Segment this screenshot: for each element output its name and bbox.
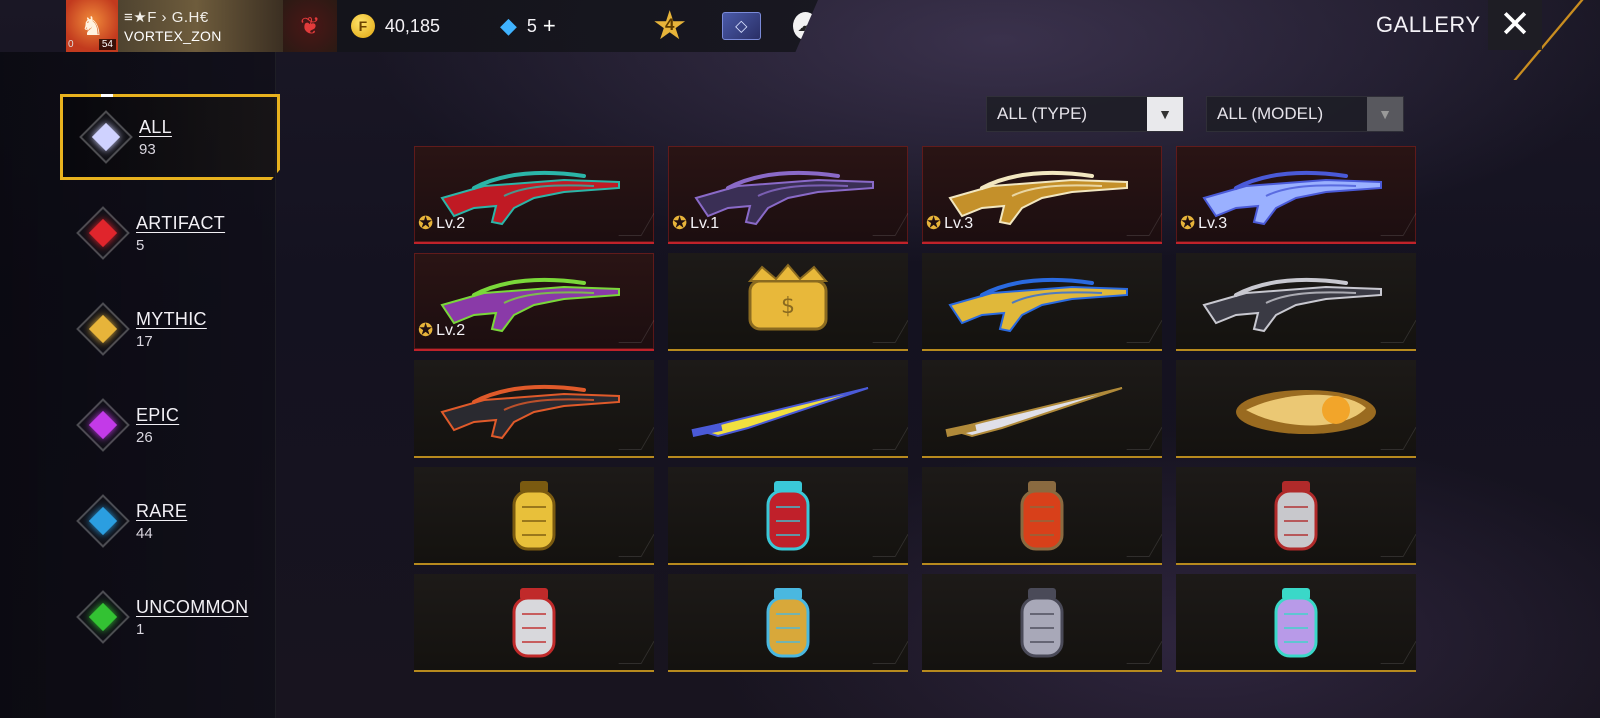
- page-title: GALLERY: [1376, 12, 1481, 37]
- item-level-tag: ✪ Lv.2: [418, 213, 465, 234]
- category-label: RARE: [136, 500, 188, 521]
- item-tile[interactable]: [668, 360, 908, 458]
- close-icon: ✕: [1499, 4, 1531, 46]
- item-tile[interactable]: ✪ Lv.2: [414, 253, 654, 351]
- rarity-diamond-icon: [76, 590, 130, 644]
- rank-mini-value: 0: [68, 39, 74, 50]
- item-tile[interactable]: $: [668, 253, 908, 351]
- level-crest-icon: ✪: [418, 320, 434, 340]
- item-tile[interactable]: ✪ Lv.3: [922, 146, 1162, 244]
- item-tile[interactable]: [922, 253, 1162, 351]
- item-tile[interactable]: ✪ Lv.1: [668, 146, 908, 244]
- category-count: 93: [139, 140, 156, 158]
- item-tile[interactable]: [1176, 467, 1416, 565]
- rank-number: 4: [664, 15, 675, 34]
- rarity-diamond-icon: [76, 302, 130, 356]
- item-level: Lv.3: [1198, 214, 1228, 232]
- top-bar: ♞ 0 54 ≡★F › G.H€ VORTEX_ZON ❦ F 40,185 …: [66, 0, 818, 52]
- item-grid: ✪ Lv.2 ✪ Lv.1 ✪ Lv.3 ✪ Lv.3 ✪ Lv.2 $: [414, 146, 1416, 672]
- type-filter-dropdown[interactable]: ALL (TYPE) ▼: [986, 96, 1184, 132]
- category-count: 44: [136, 524, 153, 542]
- item-tile[interactable]: [668, 574, 908, 672]
- category-label: EPIC: [136, 404, 180, 425]
- svg-text:$: $: [781, 294, 795, 319]
- category-list: ALL 93 ARTIFACT 5 MYTHIC 17 EPIC 26 RARE: [60, 94, 282, 670]
- model-filter-dropdown[interactable]: ALL (MODEL) ▼: [1206, 96, 1404, 132]
- category-mythic[interactable]: MYTHIC 17: [60, 286, 280, 372]
- gold-coin-icon: F: [350, 14, 375, 38]
- guild-emblem[interactable]: ❦: [283, 0, 337, 52]
- category-count: 1: [136, 620, 145, 638]
- category-epic[interactable]: EPIC 26: [60, 382, 280, 468]
- chevron-down-icon[interactable]: ▼: [1367, 97, 1403, 131]
- item-level: Lv.2: [436, 321, 466, 339]
- diamond-value: 5: [526, 15, 537, 36]
- item-tile[interactable]: [922, 467, 1162, 565]
- player-name: VORTEX_ZON: [124, 28, 222, 44]
- gold-value: 40,185: [384, 15, 440, 36]
- item-level: Lv.2: [436, 214, 466, 232]
- item-tile[interactable]: ✪ Lv.3: [1176, 146, 1416, 244]
- rarity-diamond-icon: [76, 494, 130, 548]
- item-tile[interactable]: [414, 467, 654, 565]
- category-count: 26: [136, 428, 153, 446]
- item-tile[interactable]: ✪ Lv.2: [414, 146, 654, 244]
- category-label: UNCOMMON: [136, 596, 249, 617]
- item-tile[interactable]: [1176, 360, 1416, 458]
- level-crest-icon: ✪: [418, 213, 434, 233]
- item-tile[interactable]: [922, 360, 1162, 458]
- item-level-tag: ✪ Lv.2: [418, 320, 465, 341]
- rarity-diamond-icon: [79, 110, 133, 164]
- level-crest-icon: ✪: [1180, 213, 1196, 233]
- rank-badge[interactable]: ★ 4: [652, 6, 688, 46]
- item-tile[interactable]: [414, 574, 654, 672]
- item-level-tag: ✪ Lv.3: [926, 213, 973, 234]
- avatar[interactable]: ♞ 0 54: [66, 0, 118, 52]
- item-level-tag: ✪ Lv.1: [672, 213, 719, 234]
- gold-counter: F 40,185 ◆ 5 +: [350, 13, 556, 39]
- item-level: Lv.3: [944, 214, 974, 232]
- category-label: ALL: [139, 116, 172, 137]
- diamond-icon: ◆: [499, 13, 517, 38]
- item-tile[interactable]: [922, 574, 1162, 672]
- item-tile[interactable]: [668, 467, 908, 565]
- guild-wings-icon: ❦: [300, 12, 321, 40]
- category-count: 17: [136, 332, 153, 350]
- item-tile[interactable]: [414, 360, 654, 458]
- guild-tag: ≡★F › G.H€: [124, 9, 209, 26]
- level-crest-icon: ✪: [672, 213, 688, 233]
- item-level-tag: ✪ Lv.3: [1180, 213, 1227, 234]
- cloud-icon: ☁: [797, 18, 814, 35]
- close-button[interactable]: ✕: [1488, 0, 1542, 50]
- profile-card[interactable]: ♞ 0 54 ≡★F › G.H€ VORTEX_ZON: [66, 0, 284, 52]
- type-filter-value: ALL (TYPE): [997, 104, 1088, 123]
- diamond-pass-icon: ◇: [735, 18, 748, 35]
- item-tile[interactable]: [1176, 253, 1416, 351]
- category-all[interactable]: ALL 93: [60, 94, 280, 180]
- category-uncommon[interactable]: UNCOMMON 1: [60, 574, 280, 660]
- category-rare[interactable]: RARE 44: [60, 478, 280, 564]
- item-level: Lv.1: [690, 214, 720, 232]
- category-count: 5: [136, 236, 145, 254]
- wolf-avatar-icon: ♞: [80, 10, 104, 41]
- category-label: ARTIFACT: [136, 212, 226, 233]
- category-label: MYTHIC: [136, 308, 207, 329]
- rarity-diamond-icon: [76, 398, 130, 452]
- player-level: 54: [98, 39, 116, 50]
- level-crest-icon: ✪: [926, 213, 942, 233]
- category-artifact[interactable]: ARTIFACT 5: [60, 190, 280, 276]
- rarity-diamond-icon: [76, 206, 130, 260]
- cloud-download-button[interactable]: ☁: [793, 12, 818, 40]
- item-tile[interactable]: [1176, 574, 1416, 672]
- model-filter-value: ALL (MODEL): [1217, 104, 1324, 123]
- elite-pass-button[interactable]: ◇: [721, 12, 762, 40]
- chevron-down-icon[interactable]: ▼: [1147, 97, 1183, 131]
- add-diamonds-button[interactable]: +: [543, 13, 556, 39]
